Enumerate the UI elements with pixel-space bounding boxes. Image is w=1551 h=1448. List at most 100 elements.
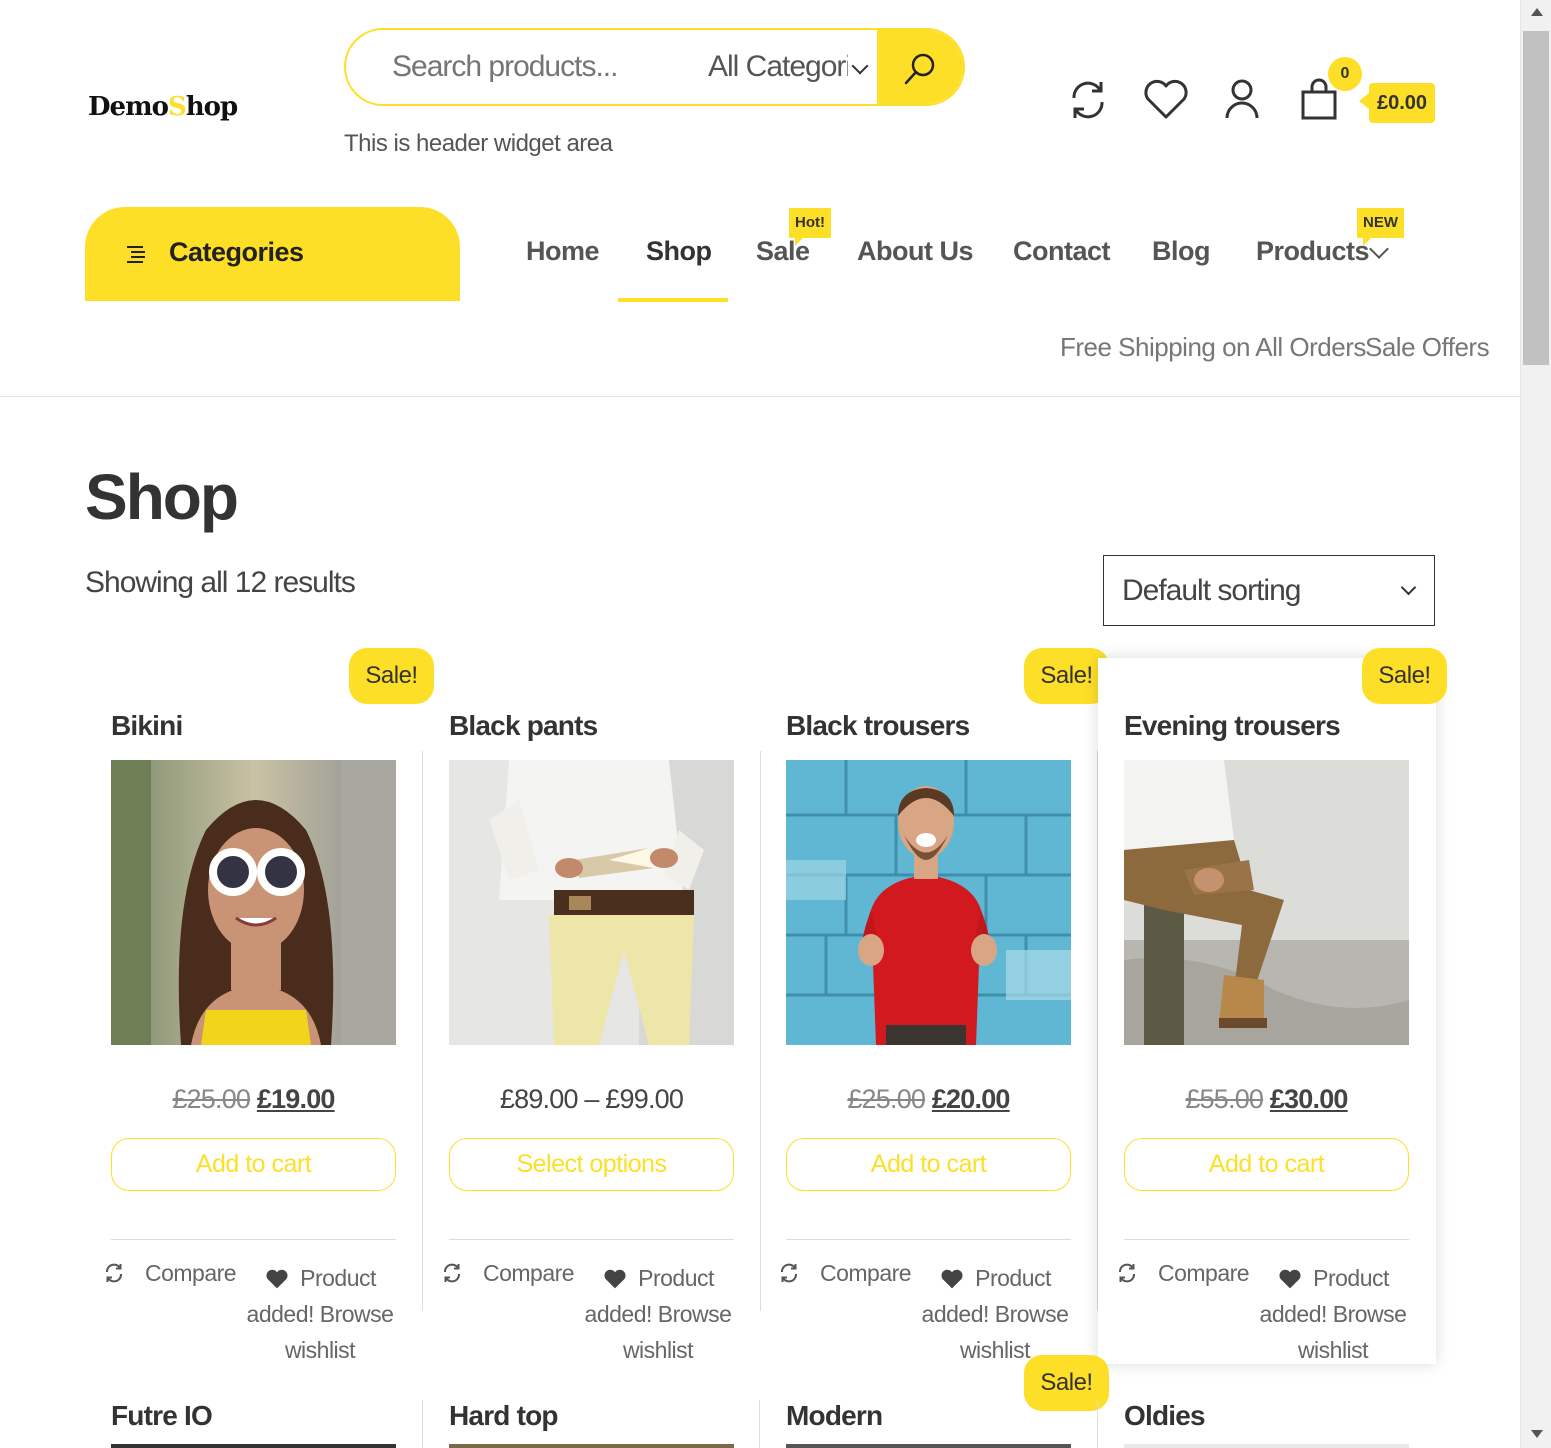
product-card: Black trousers Sale! £25.00 £20.00 Add t… bbox=[760, 648, 1109, 1384]
category-select[interactable]: All Categories bbox=[708, 50, 848, 84]
add-to-cart-button[interactable]: Add to cart bbox=[786, 1138, 1071, 1191]
compare-icon bbox=[1119, 1263, 1135, 1283]
add-to-cart-button[interactable]: Add to cart bbox=[111, 1138, 396, 1191]
compare-label: Compare bbox=[483, 1260, 575, 1286]
result-count: Showing all 12 results bbox=[85, 566, 356, 599]
compare-icon bbox=[444, 1263, 460, 1283]
compare-link[interactable]: Compare bbox=[441, 1260, 575, 1287]
nav-about-us[interactable]: About Us bbox=[857, 236, 973, 267]
categories-label: Categories bbox=[169, 237, 304, 267]
compare-icon bbox=[781, 1263, 797, 1283]
heart-icon bbox=[604, 1269, 626, 1289]
logo-part2-rest: hop bbox=[185, 92, 238, 122]
header-widget-text: This is header widget area bbox=[344, 130, 613, 157]
compare-icon bbox=[106, 1263, 122, 1283]
card-divider bbox=[422, 1400, 423, 1448]
old-price: £55.00 bbox=[1185, 1084, 1264, 1114]
wishlist-link[interactable]: Product added! Browse wishlist bbox=[583, 1260, 733, 1368]
product-title[interactable]: Oldies bbox=[1124, 1400, 1206, 1432]
product-price: £25.00 £20.00 bbox=[786, 1084, 1071, 1115]
old-price: £25.00 bbox=[847, 1084, 926, 1114]
compare-label: Compare bbox=[1158, 1260, 1250, 1286]
select-options-button[interactable]: Select options bbox=[449, 1138, 734, 1191]
sort-select[interactable]: Default sorting bbox=[1103, 555, 1435, 626]
page-scrollbar[interactable] bbox=[1520, 0, 1551, 1448]
card-divider bbox=[1097, 1400, 1098, 1448]
product-title[interactable]: Bikini bbox=[111, 710, 183, 742]
card-separator bbox=[1124, 1239, 1409, 1240]
logo-part2-s: S bbox=[167, 92, 187, 122]
chevron-down-icon[interactable] bbox=[1369, 239, 1389, 259]
search-icon bbox=[904, 53, 935, 85]
product-image[interactable] bbox=[786, 1444, 1071, 1448]
wishlist-link[interactable]: Product added! Browse wishlist bbox=[1258, 1260, 1408, 1368]
heart-icon bbox=[266, 1269, 288, 1289]
header-divider bbox=[0, 396, 1520, 397]
site-logo[interactable]: DemoShop bbox=[88, 92, 238, 122]
compare-link[interactable]: Compare bbox=[103, 1260, 237, 1287]
product-title[interactable]: Modern bbox=[786, 1400, 883, 1432]
cart-total[interactable]: £0.00 bbox=[1359, 83, 1435, 123]
scroll-thumb[interactable] bbox=[1523, 31, 1549, 365]
compare-label: Compare bbox=[820, 1260, 912, 1286]
compare-label: Compare bbox=[145, 1260, 237, 1286]
sale-badge: Sale! bbox=[349, 648, 434, 704]
card-separator bbox=[449, 1239, 734, 1240]
add-to-cart-button[interactable]: Add to cart bbox=[1124, 1138, 1409, 1191]
search-input[interactable] bbox=[392, 50, 692, 84]
product-card: Evening trousers Sale! £55.00 £30.00 Add… bbox=[1098, 648, 1447, 1364]
compare-link[interactable]: Compare bbox=[1116, 1260, 1250, 1287]
sale-offers-link[interactable]: Sale Offers bbox=[1365, 332, 1490, 363]
scroll-up-arrow[interactable] bbox=[1531, 8, 1543, 16]
nav-products[interactable]: Products bbox=[1256, 236, 1370, 267]
sale-badge: Sale! bbox=[1362, 648, 1447, 704]
sale-price: £30.00 bbox=[1269, 1084, 1349, 1114]
product-title[interactable]: Black pants bbox=[449, 710, 598, 742]
compare-link[interactable]: Compare bbox=[778, 1260, 912, 1287]
chevron-down-icon bbox=[851, 57, 869, 75]
product-title[interactable]: Evening trousers bbox=[1124, 710, 1341, 742]
scroll-down-arrow[interactable] bbox=[1531, 1430, 1543, 1438]
sale-badge: Sale! bbox=[1024, 648, 1109, 704]
product-title[interactable]: Futre IO bbox=[111, 1400, 213, 1432]
heart-icon bbox=[1279, 1269, 1301, 1289]
nav-blog[interactable]: Blog bbox=[1152, 236, 1211, 267]
free-shipping-link[interactable]: Free Shipping on All Orders bbox=[1060, 332, 1366, 363]
product-image[interactable] bbox=[111, 1444, 396, 1448]
product-image[interactable] bbox=[449, 1444, 734, 1448]
new-badge: NEW bbox=[1357, 208, 1404, 246]
old-price: £25.00 bbox=[172, 1084, 251, 1114]
logo-part1: Demo bbox=[88, 92, 169, 122]
product-price: £89.00 – £99.00 bbox=[499, 1084, 684, 1114]
search-button[interactable] bbox=[877, 30, 963, 104]
user-icon[interactable] bbox=[1224, 78, 1260, 125]
nav-contact[interactable]: Contact bbox=[1013, 236, 1111, 267]
product-title[interactable]: Black trousers bbox=[786, 710, 970, 742]
product-image[interactable] bbox=[111, 760, 396, 1045]
chevron-down-icon bbox=[1400, 579, 1417, 596]
product-title[interactable]: Hard top bbox=[449, 1400, 559, 1432]
sale-price: £19.00 bbox=[256, 1084, 336, 1114]
wishlist-link[interactable]: Product added! Browse wishlist bbox=[920, 1260, 1070, 1368]
compare-icon[interactable] bbox=[1068, 78, 1108, 127]
search-bar: All Categories bbox=[344, 28, 965, 106]
wishlist-link[interactable]: Product added! Browse wishlist bbox=[245, 1260, 395, 1368]
nav-active-indicator bbox=[618, 298, 728, 302]
menu-icon bbox=[127, 246, 145, 263]
heart-icon[interactable] bbox=[1143, 78, 1189, 125]
cart-count-badge: 0 bbox=[1328, 57, 1362, 91]
product-image[interactable] bbox=[1124, 760, 1409, 1045]
card-separator bbox=[786, 1239, 1071, 1240]
product-image[interactable] bbox=[449, 760, 734, 1045]
categories-button[interactable]: Categories bbox=[85, 207, 460, 301]
product-card: Black pants £89.00 – £99.00 Select optio… bbox=[423, 676, 761, 1384]
nav-home[interactable]: Home bbox=[526, 236, 600, 267]
product-image[interactable] bbox=[786, 760, 1071, 1045]
nav-shop[interactable]: Shop bbox=[646, 236, 712, 267]
sort-value: Default sorting bbox=[1122, 574, 1301, 607]
product-image[interactable] bbox=[1124, 1444, 1409, 1448]
heart-icon bbox=[941, 1269, 963, 1289]
hot-badge: Hot! bbox=[789, 208, 831, 246]
card-separator bbox=[111, 1239, 396, 1240]
product-card: Bikini Sale! £25.00 £19.00 Add to cart C… bbox=[85, 648, 434, 1384]
